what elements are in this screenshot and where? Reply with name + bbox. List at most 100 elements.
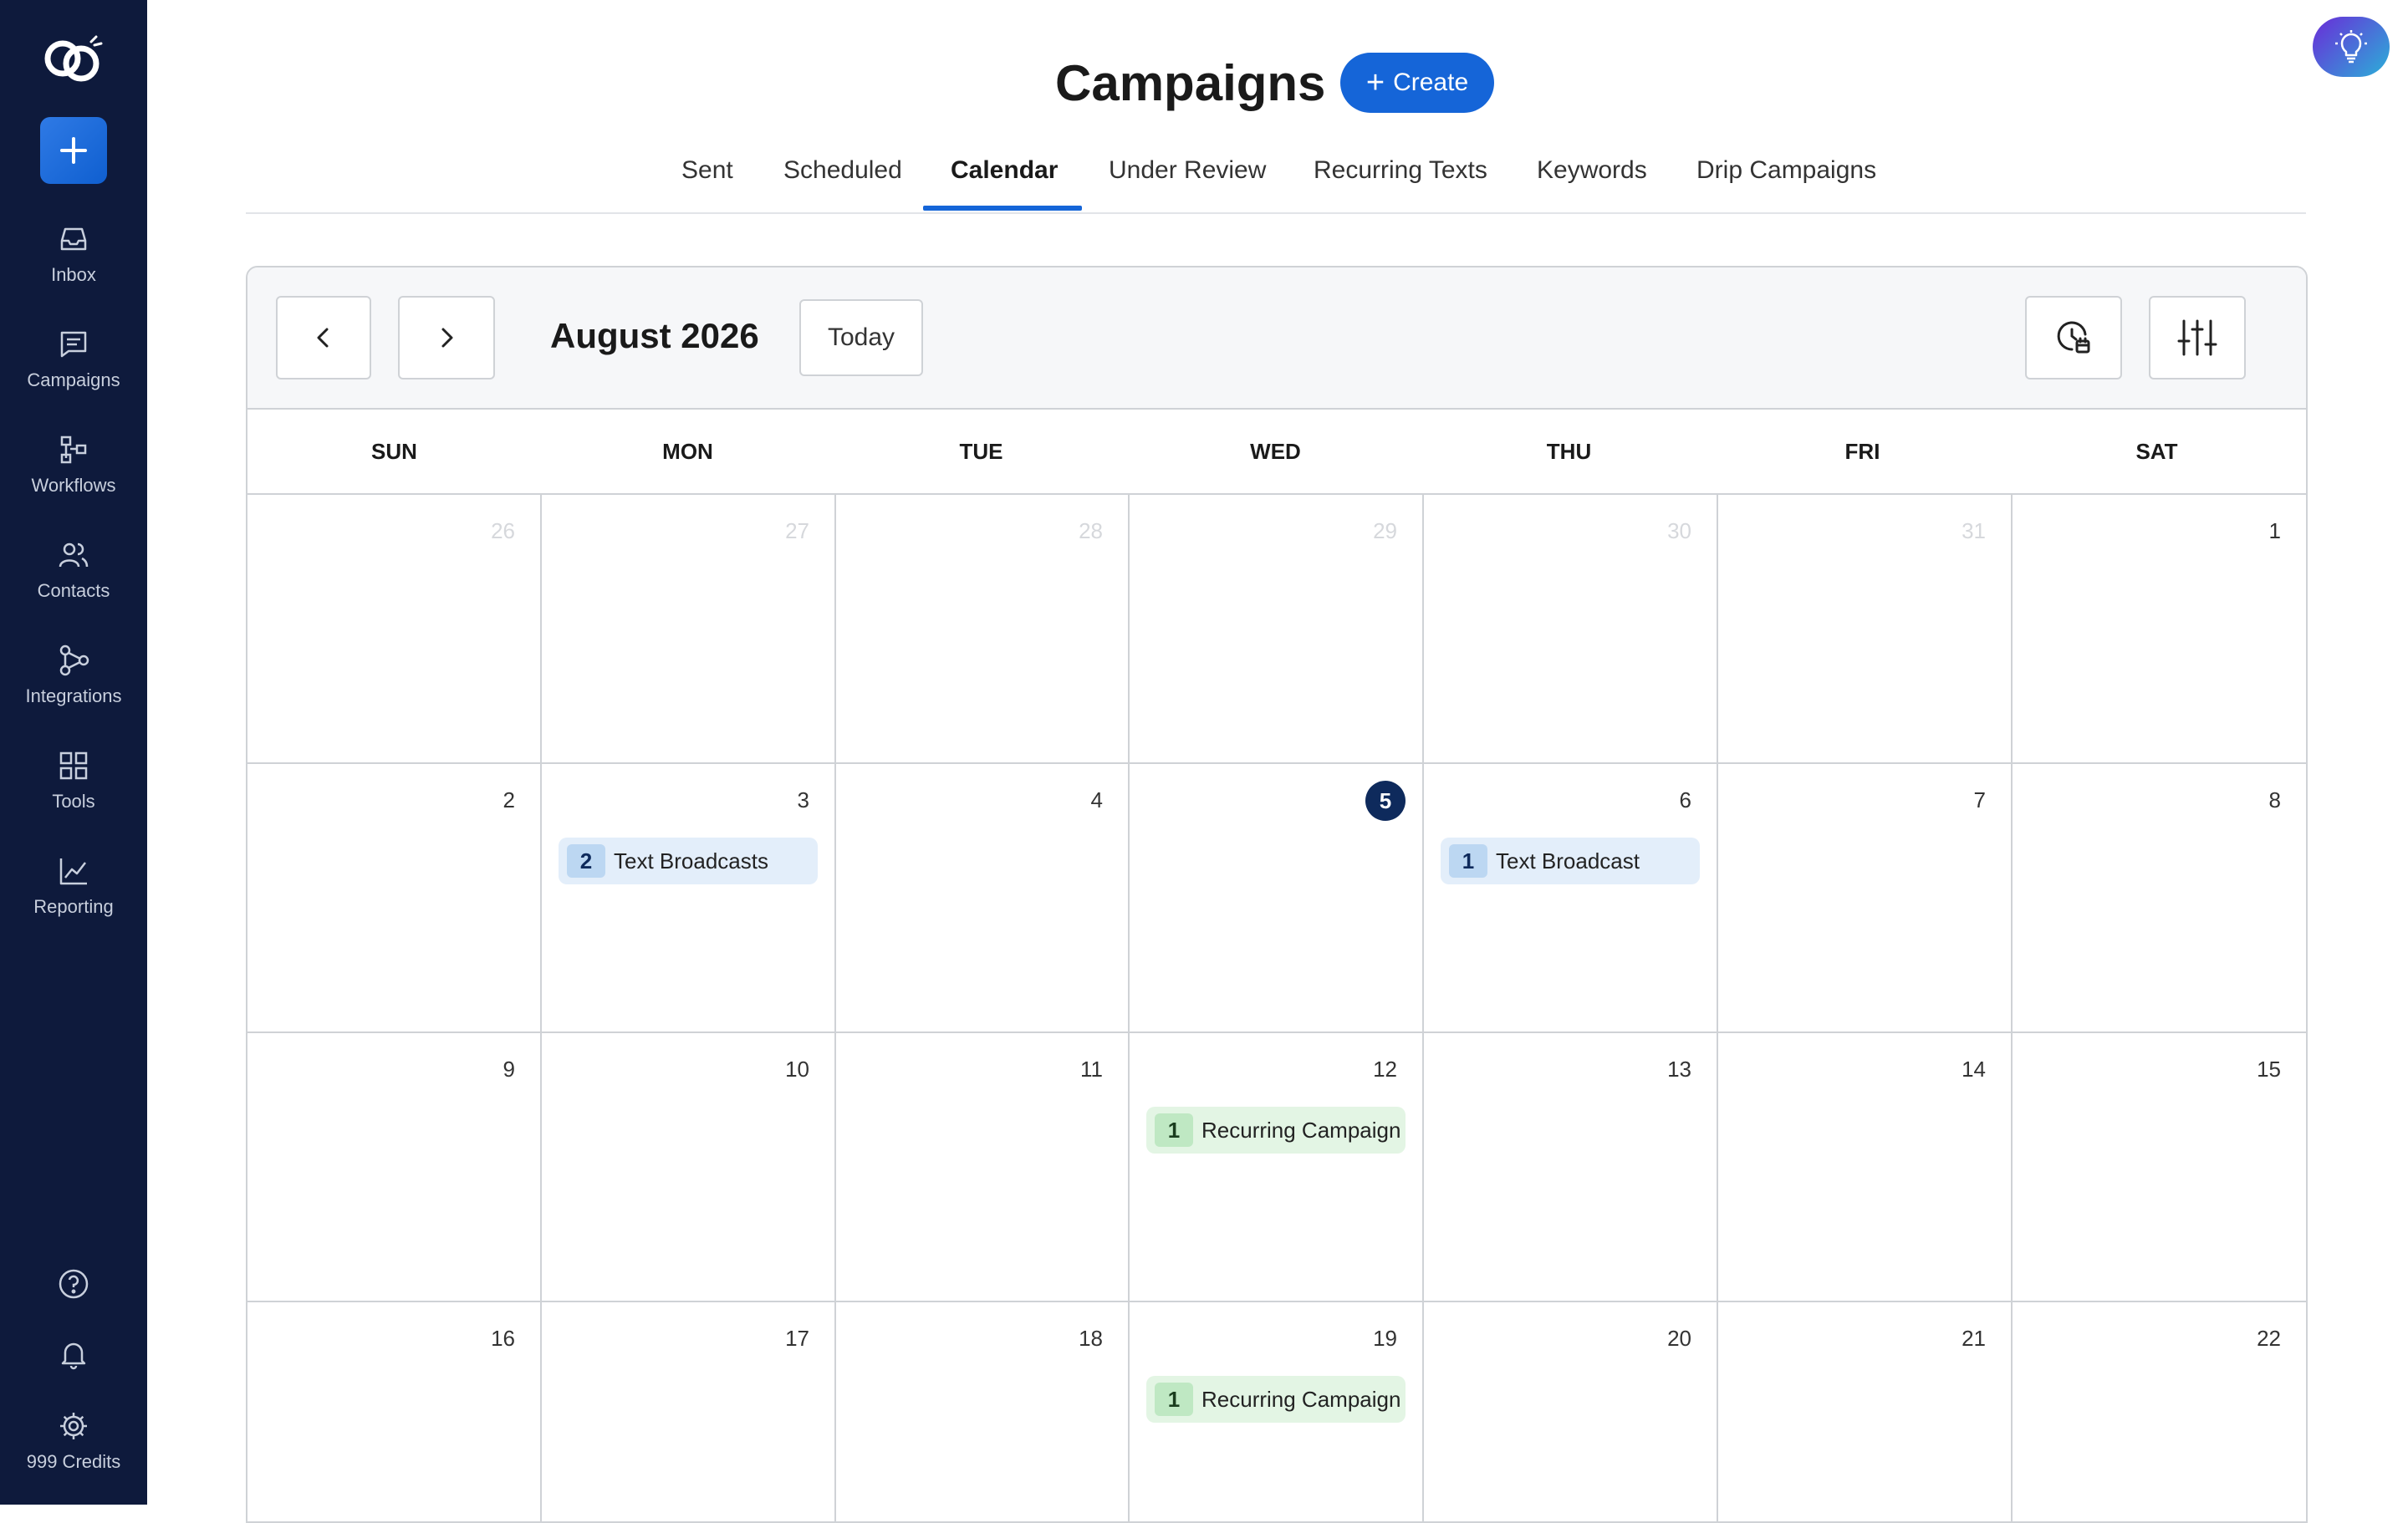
day-number: 20 (1667, 1326, 1691, 1351)
day-number: 7 (1973, 787, 1986, 812)
calendar-event[interactable]: 1 Recurring Campaign (1146, 1376, 1406, 1423)
sidebar-item-label: Workflows (31, 475, 116, 496)
day-cell[interactable]: 14 (1718, 1033, 2013, 1302)
day-number: 10 (785, 1057, 809, 1082)
day-cell[interactable]: 10 (542, 1033, 836, 1302)
event-count-badge: 2 (567, 844, 605, 878)
day-cell[interactable]: 16 (247, 1302, 542, 1521)
sidebar-item-integrations[interactable]: Integrations (0, 635, 147, 727)
day-cell[interactable]: 15 (2012, 1033, 2306, 1302)
day-number: 12 (1373, 1057, 1397, 1082)
day-number: 29 (1373, 518, 1397, 543)
day-cell[interactable]: 26 (247, 495, 542, 764)
day-number: 3 (797, 787, 809, 812)
clock-calendar-icon (2057, 321, 2090, 354)
help-icon[interactable] (57, 1267, 90, 1301)
tab-recurring-texts[interactable]: Recurring Texts (1314, 147, 1487, 211)
credits-label[interactable]: 999 Credits (0, 1451, 147, 1473)
today-date-badge: 5 (1365, 781, 1406, 821)
event-label: Text Broadcast (1496, 848, 1640, 874)
day-cell[interactable]: 13 (1424, 1033, 1718, 1302)
contacts-icon (59, 542, 89, 568)
sidebar-item-reporting[interactable]: Reporting (0, 846, 147, 938)
day-cell[interactable]: 19 1 Recurring Campaign (1130, 1302, 1424, 1521)
day-cell[interactable]: 22 (2012, 1302, 2306, 1521)
calendar-event[interactable]: 2 Text Broadcasts (559, 838, 818, 884)
sidebar-item-label: Inbox (51, 264, 96, 285)
gear-icon[interactable] (57, 1409, 90, 1443)
sidebar-item-tools[interactable]: Tools (0, 741, 147, 833)
day-number: 16 (491, 1326, 515, 1351)
plus-icon: + (1365, 65, 1385, 100)
day-cell[interactable]: 6 1 Text Broadcast (1424, 764, 1718, 1033)
sliders-icon (2177, 319, 2217, 356)
day-cell[interactable]: 27 (542, 495, 836, 764)
day-cell[interactable]: 30 (1424, 495, 1718, 764)
day-cell[interactable]: 31 (1718, 495, 2013, 764)
chevron-right-icon (441, 328, 453, 348)
day-cell[interactable]: 11 (835, 1033, 1130, 1302)
prev-month-button[interactable] (276, 296, 371, 379)
chart-icon (59, 858, 87, 885)
tab-sent[interactable]: Sent (681, 147, 733, 211)
day-cell[interactable]: 8 (2012, 764, 2306, 1033)
schedule-settings-button[interactable] (2025, 296, 2122, 379)
day-number: 17 (785, 1326, 809, 1351)
day-number: 4 (1090, 787, 1103, 812)
sidebar-item-workflows[interactable]: Workflows (0, 425, 147, 517)
sidebar-item-label: Contacts (37, 580, 110, 601)
day-number: 8 (2268, 787, 2281, 812)
day-cell[interactable]: 12 1 Recurring Campaign (1130, 1033, 1424, 1302)
month-label: August 2026 (550, 316, 759, 355)
day-cell[interactable]: 28 (835, 495, 1130, 764)
day-number: 14 (1962, 1057, 1986, 1082)
day-number: 31 (1962, 518, 1986, 543)
workflow-icon (60, 436, 87, 464)
tab-calendar[interactable]: Calendar (951, 147, 1058, 211)
day-number: 30 (1667, 518, 1691, 543)
filter-button[interactable] (2149, 296, 2246, 379)
tab-scheduled[interactable]: Scheduled (783, 147, 902, 211)
tips-button[interactable] (2313, 17, 2390, 77)
day-cell[interactable]: 20 (1424, 1302, 1718, 1521)
new-button[interactable] (40, 117, 107, 184)
day-cell[interactable]: 29 (1130, 495, 1424, 764)
weekday-label: MON (662, 439, 713, 464)
sidebar-item-campaigns[interactable]: Campaigns (0, 319, 147, 411)
bell-icon[interactable] (57, 1337, 90, 1371)
tab-drip-campaigns[interactable]: Drip Campaigns (1696, 147, 1876, 211)
day-cell[interactable]: 9 (247, 1033, 542, 1302)
day-cell[interactable]: 2 (247, 764, 542, 1033)
day-cell[interactable]: 21 (1718, 1302, 2013, 1521)
tab-keywords[interactable]: Keywords (1537, 147, 1647, 211)
day-cell[interactable]: 7 (1718, 764, 2013, 1033)
day-cell[interactable]: 4 (835, 764, 1130, 1033)
day-cell[interactable]: 18 (835, 1302, 1130, 1521)
create-button[interactable]: + Create (1340, 53, 1494, 113)
calendar: August 2026 Today SUN MON TUE WED THU FR… (246, 266, 2308, 1523)
sidebar-item-inbox[interactable]: Inbox (0, 214, 147, 306)
next-month-button[interactable] (398, 296, 495, 379)
day-cell[interactable]: 5 (1130, 764, 1424, 1033)
day-number: 15 (2257, 1057, 2281, 1082)
day-number: 11 (1080, 1057, 1103, 1082)
day-cell[interactable]: 17 (542, 1302, 836, 1521)
tab-under-review[interactable]: Under Review (1109, 147, 1266, 211)
day-number: 27 (785, 518, 809, 543)
calendar-event[interactable]: 1 Text Broadcast (1441, 838, 1700, 884)
sidebar: Inbox Campaigns Workflows Contacts Integ… (0, 0, 147, 1505)
calendar-event[interactable]: 1 Recurring Campaign (1146, 1107, 1406, 1154)
app-logo-icon[interactable] (39, 33, 106, 89)
event-label: Recurring Campaign (1201, 1117, 1401, 1143)
weekday-label: WED (1250, 439, 1301, 464)
sidebar-item-label: Reporting (33, 896, 114, 917)
weekday-label: SAT (2135, 439, 2178, 464)
event-count-badge: 1 (1155, 1383, 1193, 1416)
day-number: 2 (503, 787, 515, 812)
today-button[interactable]: Today (799, 299, 923, 376)
integrations-icon (59, 644, 89, 676)
sidebar-item-contacts[interactable]: Contacts (0, 530, 147, 622)
event-label: Recurring Campaign (1201, 1386, 1401, 1412)
day-cell[interactable]: 3 2 Text Broadcasts (542, 764, 836, 1033)
day-cell[interactable]: 1 (2012, 495, 2306, 764)
